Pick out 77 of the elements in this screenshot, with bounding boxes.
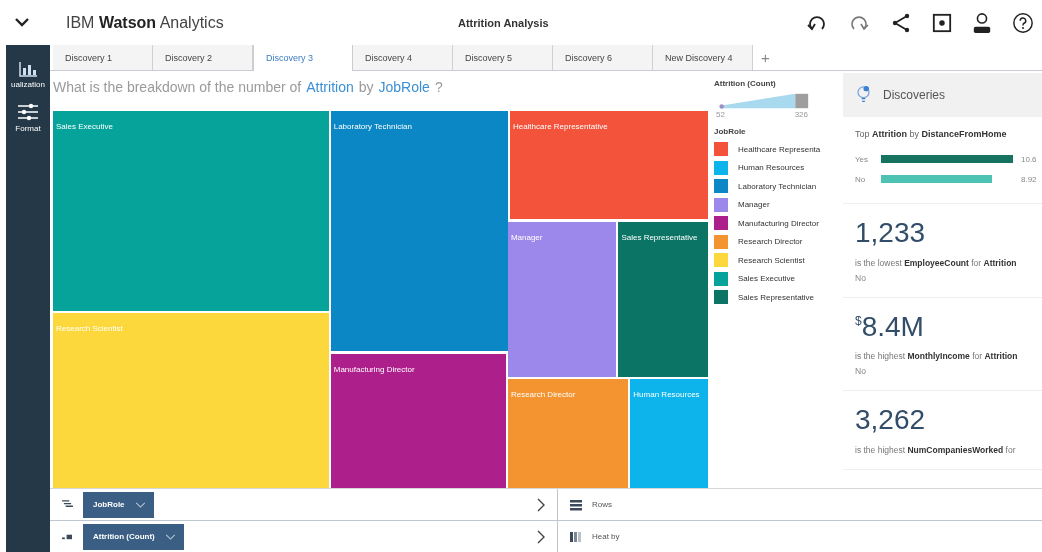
treemap-tile[interactable]: Manufacturing Director: [330, 354, 506, 488]
sliders-icon[interactable]: [17, 103, 39, 121]
legend-title: Attrition (Count): [714, 79, 777, 88]
insight-value: 3,262: [855, 403, 927, 437]
add-tab-button[interactable]: +: [753, 45, 778, 70]
field-dropdown[interactable]: Attrition (Count): [83, 523, 184, 550]
app-title: IBM Watson Analytics: [66, 13, 225, 32]
bar-chart-icon[interactable]: [18, 61, 38, 77]
discovery-tab[interactable]: New Discovery 4: [653, 45, 753, 70]
legend-label: Human Resources: [738, 163, 806, 173]
insight-subtext: No: [855, 272, 867, 283]
legend-label: Manufacturing Director: [738, 218, 820, 228]
legend-label: Healthcare Representa: [738, 144, 822, 154]
bar-value: 10.6: [1021, 154, 1037, 164]
field-link[interactable]: JobRole: [378, 79, 430, 95]
tile-label: Human Resources: [633, 390, 700, 401]
list-icon: [62, 500, 73, 509]
chevron-right-icon[interactable]: [537, 529, 545, 544]
caret-icon: [164, 533, 176, 540]
insight-caption: Top Attrition by DistanceFromHome: [855, 129, 1008, 139]
tile-label: Manufacturing Director: [333, 365, 415, 376]
question-text: What is the breakdown of the number of: [53, 79, 302, 95]
discovery-tab[interactable]: Discovery 5: [453, 45, 553, 70]
discovery-tab[interactable]: Discovery 4: [353, 45, 453, 70]
legend-label: Research Scientist: [738, 255, 806, 265]
discovery-tab[interactable]: Discovery 6: [553, 45, 653, 70]
document-title: Attrition Analysis: [458, 16, 549, 29]
legend-label: Sales Executive: [738, 274, 796, 284]
range-min: 52: [716, 110, 725, 119]
user-icon[interactable]: [972, 11, 992, 34]
legend-label: Laboratory Technician: [738, 181, 818, 191]
help-icon[interactable]: [1012, 11, 1034, 34]
legend-label: Manager: [738, 200, 771, 210]
legend-label: Sales Representative: [738, 292, 816, 302]
legend-label: Research Director: [738, 237, 804, 247]
bar-label: Yes: [855, 154, 870, 164]
question-text: by: [358, 79, 374, 95]
panel-title: Discoveries: [883, 88, 945, 102]
range-max: 326: [794, 110, 808, 119]
lightbulb-icon: [856, 85, 871, 105]
tile-label: Sales Executive: [56, 122, 113, 133]
tile-label: Sales Representative: [621, 233, 698, 244]
tile-label: Healthcare Representative: [512, 122, 608, 133]
discovery-tab[interactable]: Discovery 2: [153, 45, 253, 70]
question-text: ?: [434, 79, 443, 95]
heat-icon: [570, 530, 582, 543]
field-link[interactable]: Attrition: [306, 79, 354, 95]
insight-text: is the highest NumCompaniesWorked for: [855, 444, 1017, 455]
rows-icon: [570, 498, 582, 511]
bar-value: 8.92: [1021, 174, 1037, 184]
insight-subtext: No: [855, 366, 867, 377]
treemap-tile[interactable]: Sales Representative: [618, 222, 708, 377]
bars-icon: [62, 532, 73, 541]
format-label[interactable]: Format: [15, 124, 41, 133]
treemap-tile[interactable]: Laboratory Technician: [330, 111, 508, 351]
treemap-tile[interactable]: Healthcare Representative: [509, 111, 708, 219]
slot-label[interactable]: Heat by: [592, 532, 620, 541]
discovery-tab[interactable]: Discovery 1: [53, 45, 153, 70]
tile-label: Research Scientist: [56, 324, 123, 335]
tile-label: Manager: [510, 233, 543, 244]
chevron-down-icon[interactable]: [15, 18, 29, 27]
caret-icon: [134, 501, 146, 508]
capture-icon[interactable]: [932, 12, 952, 33]
insight-value: $^{$}$8.4M: [855, 309, 925, 344]
discovery-tab[interactable]: Discovery 3: [253, 45, 353, 71]
field-dropdown[interactable]: JobRole: [83, 491, 154, 518]
chevron-right-icon[interactable]: [537, 497, 545, 512]
bar-label: No: [855, 174, 867, 184]
tile-label: Laboratory Technician: [333, 122, 412, 133]
insight-value: 1,233: [855, 216, 927, 250]
tile-label: Research Director: [510, 390, 576, 401]
insight-text: is the highest MonthlyIncome for Attrition: [855, 351, 1019, 362]
visualization-label[interactable]: ualization: [11, 80, 45, 89]
insight-text: is the lowest EmployeeCount for Attrition: [855, 257, 1018, 268]
legend-title: JobRole: [714, 127, 747, 136]
slot-label[interactable]: Rows: [592, 500, 612, 509]
share-icon[interactable]: [890, 11, 912, 34]
